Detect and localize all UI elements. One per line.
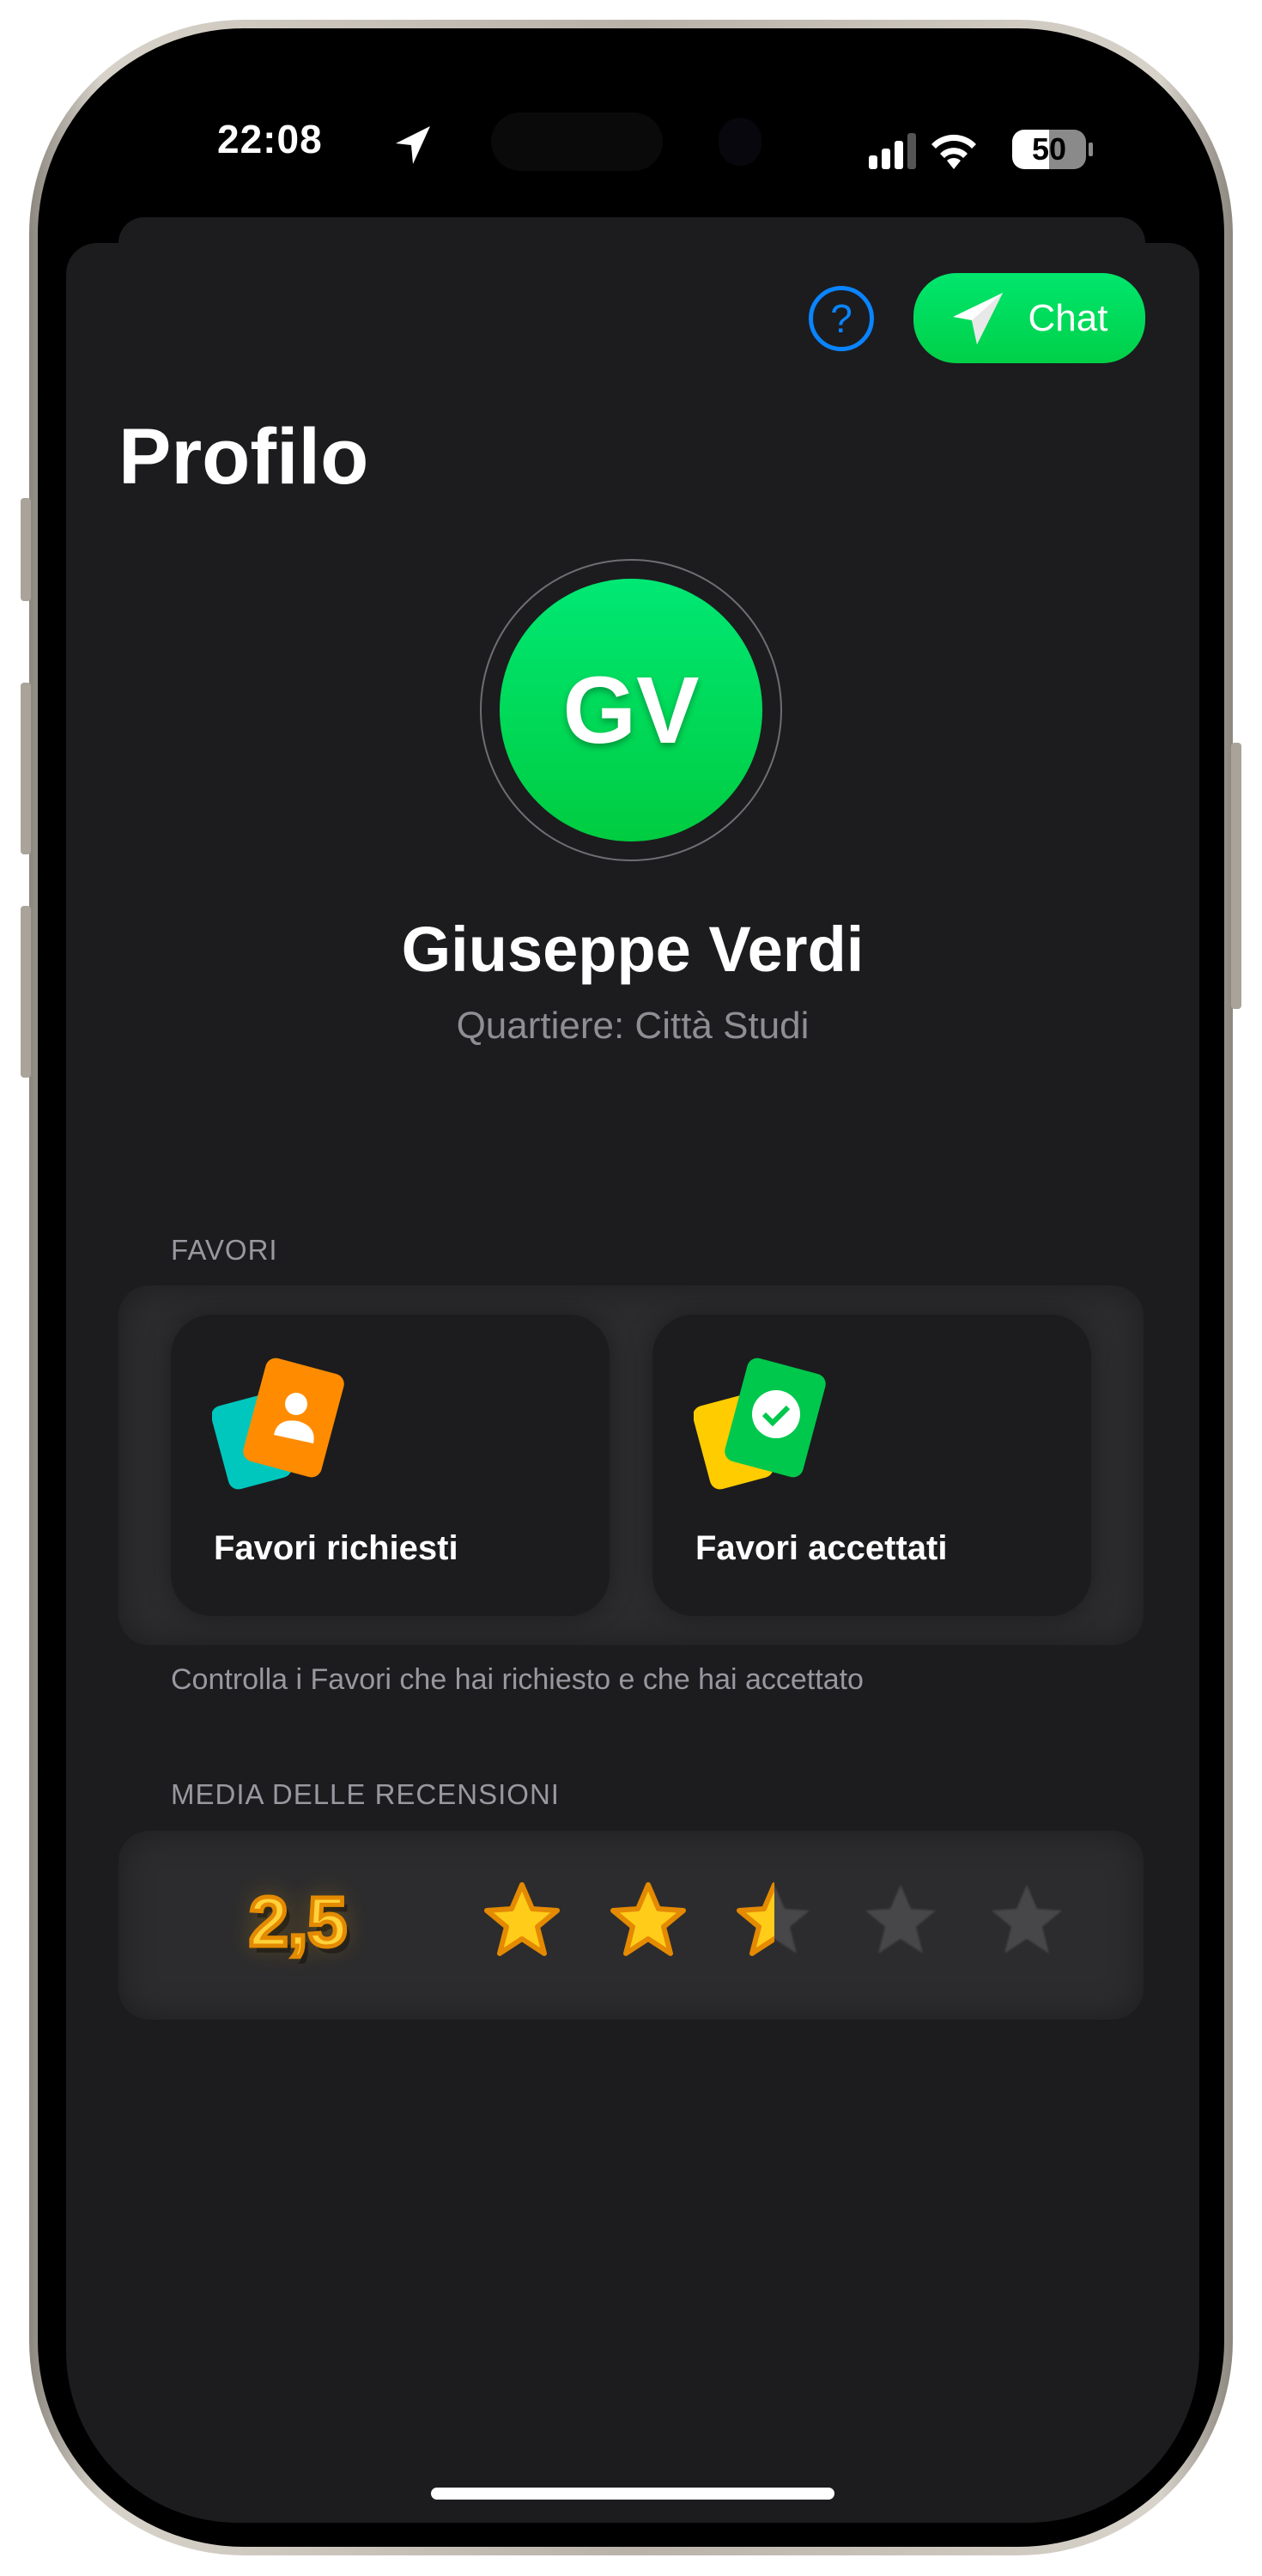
favori-group: Favori richiesti Favori accettati [118, 1285, 1144, 1645]
paper-plane-icon [952, 292, 1003, 344]
favori-richiesti-label: Favori richiesti [214, 1529, 458, 1567]
favori-footer: Controlla i Favori che hai richiesto e c… [171, 1663, 864, 1696]
star-empty-icon [862, 1881, 939, 1959]
location-arrow-icon [396, 126, 430, 164]
chat-button[interactable]: Chat [913, 273, 1145, 363]
page-title: Profilo [118, 413, 369, 501]
dynamic-island [491, 112, 663, 171]
star-filled-icon [483, 1881, 561, 1959]
accepted-favors-icon [694, 1358, 826, 1490]
volume-down-button [21, 906, 31, 1078]
battery-indicator: 50 [1012, 130, 1086, 169]
screen: 22:08 50 ? Chat Profilo GV Giuseppe Verd… [66, 58, 1199, 2523]
star-empty-icon [988, 1881, 1065, 1959]
star-half-icon [736, 1881, 813, 1959]
wifi-icon [931, 134, 976, 169]
reviews-group: 2,5 [118, 1831, 1144, 2020]
camera [719, 118, 761, 166]
chat-label: Chat [1028, 296, 1108, 339]
favori-accettati-label: Favori accettati [695, 1529, 948, 1567]
profile-neighborhood: Quartiere: Città Studi [456, 1005, 810, 1047]
action-button [21, 498, 31, 601]
reviews-section-header: MEDIA DELLE RECENSIONI [171, 1778, 560, 1810]
profile-name: Giuseppe Verdi [401, 914, 865, 985]
cellular-signal-icon [869, 133, 916, 169]
volume-up-button [21, 683, 31, 854]
question-mark-icon: ? [830, 296, 852, 341]
battery-level: 50 [1031, 131, 1067, 167]
home-indicator[interactable] [431, 2488, 834, 2500]
status-time: 22:08 [217, 117, 323, 161]
help-button[interactable]: ? [809, 286, 874, 351]
power-button [1231, 743, 1241, 1009]
favori-section-header: FAVORI [171, 1234, 278, 1266]
avatar[interactable]: GV [500, 579, 762, 841]
rating-average: 2,5 [247, 1881, 349, 1964]
battery-cap [1089, 143, 1093, 156]
profile-sheet: ? Chat Profilo GV Giuseppe Verdi Quartie… [66, 243, 1199, 2523]
favori-richiesti-card[interactable]: Favori richiesti [171, 1315, 610, 1616]
requested-favors-icon [212, 1358, 344, 1490]
favori-accettati-card[interactable]: Favori accettati [652, 1315, 1091, 1616]
avatar-initials: GV [562, 657, 700, 763]
star-filled-icon [610, 1881, 687, 1959]
